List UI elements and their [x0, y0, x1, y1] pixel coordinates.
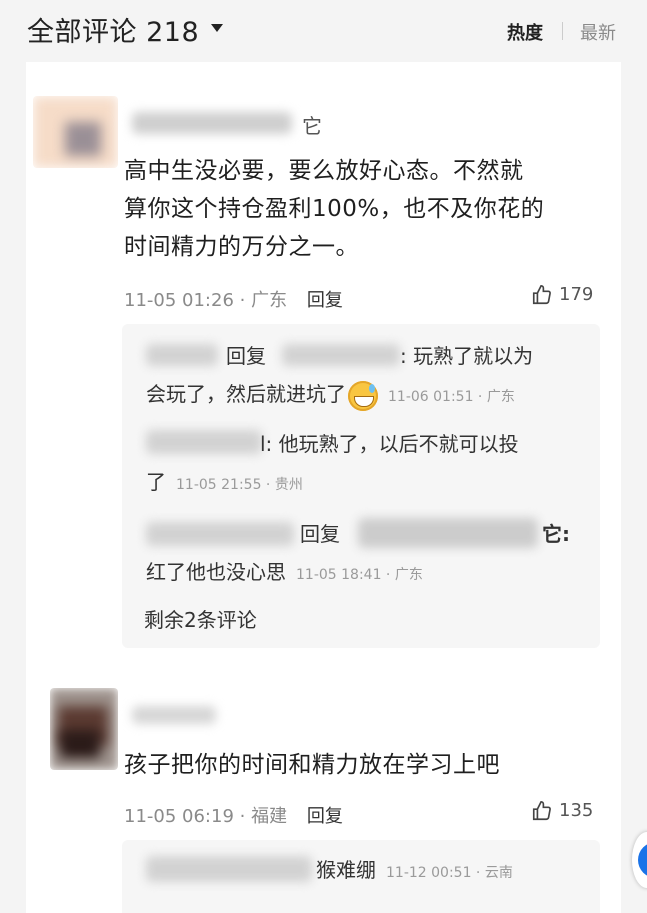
- comment-text: 高中生没必要，要么放好心态。不然就 算你这个持仓盈利100%，也不及你花的 时间…: [124, 152, 544, 266]
- reply-item[interactable]: 回复: [226, 338, 266, 374]
- replies-box: 回复 : 玩熟了就以为 会玩了，然后就进坑了 11-06 01:51 · 广东 l…: [122, 324, 600, 648]
- username-blurred[interactable]: [146, 430, 262, 454]
- reply-text: 了: [146, 470, 166, 494]
- reply-item[interactable]: 猴难绷 11-12 00:51 · 云南: [316, 852, 513, 891]
- comment-time: 11-05 01:26: [124, 290, 234, 311]
- reply-button[interactable]: 回复: [307, 806, 343, 827]
- avatar[interactable]: [50, 688, 118, 770]
- grinning-sweat-emoji-icon: [348, 380, 378, 411]
- comment-text-line: 高中生没必要，要么放好心态。不然就: [124, 158, 524, 184]
- reply-text: l: 他玩熟了，以后不就可以投: [260, 432, 519, 456]
- meta-separator: ·: [239, 806, 252, 827]
- like-button[interactable]: 135: [531, 800, 593, 822]
- meta-separator: ·: [239, 290, 252, 311]
- thumbs-up-icon: [532, 285, 551, 305]
- reply-text: : 玩熟了就以为: [400, 344, 534, 368]
- username-blurred[interactable]: [358, 518, 538, 548]
- like-count: 179: [559, 284, 594, 305]
- comment-text-line: 时间精力的万分之一。: [124, 234, 359, 260]
- comment-text-line: 算你这个持仓盈利100%，也不及你花的: [124, 196, 545, 222]
- username-blurred[interactable]: [132, 112, 292, 134]
- sort-hot-tab[interactable]: 热度: [507, 19, 543, 45]
- reply-time-location: 11-05 21:55 · 贵州: [176, 477, 303, 493]
- reply-text: 红了他也没心思: [146, 560, 286, 584]
- reply-word: 回复: [300, 522, 340, 546]
- comment-meta: 11-05 01:26 · 广东 回复: [124, 286, 343, 312]
- username-blurred[interactable]: [282, 344, 400, 366]
- comment-text-line: 孩子把你的时间和精力放在学习上吧: [124, 752, 500, 778]
- chevron-down-icon[interactable]: [211, 24, 223, 32]
- comment-meta: 11-05 06:19 · 福建 回复: [124, 802, 343, 828]
- comment-time: 11-05 06:19: [124, 806, 234, 827]
- comments-title[interactable]: 全部评论 218: [27, 10, 199, 49]
- reply-time-location: 11-06 01:51 · 广东: [388, 389, 515, 405]
- comments-header: 全部评论 218 热度 最新: [0, 0, 647, 62]
- reply-text-line2: 会玩了，然后就进坑了 11-06 01:51 · 广东: [146, 376, 515, 415]
- comment-location: 福建: [251, 806, 288, 827]
- username-blurred[interactable]: [146, 856, 312, 882]
- replies-box: 猴难绷 11-12 00:51 · 云南: [122, 840, 600, 913]
- reply-text: 会玩了，然后就进坑了: [146, 382, 346, 406]
- avatar[interactable]: [33, 96, 118, 168]
- username-blurred[interactable]: [132, 706, 216, 724]
- reply-time-location: 11-05 18:41 · 广东: [296, 567, 423, 583]
- comment-location: 广东: [251, 290, 288, 311]
- sort-new-tab[interactable]: 最新: [580, 19, 616, 45]
- reply-text: 它:: [542, 522, 570, 546]
- reply-word: 回复: [226, 344, 266, 368]
- username-fragment: 它: [302, 114, 322, 138]
- username-blurred[interactable]: [146, 344, 218, 366]
- thumbs-up-icon: [532, 801, 551, 821]
- reply-button[interactable]: 回复: [307, 290, 343, 311]
- username-blurred[interactable]: [146, 522, 294, 546]
- reply-time-location: 11-12 00:51 · 云南: [386, 865, 513, 881]
- like-count: 135: [559, 800, 594, 821]
- comment-text: 孩子把你的时间和精力放在学习上吧: [124, 746, 500, 784]
- reply-text: 猴难绷: [316, 858, 376, 882]
- like-button[interactable]: 179: [531, 284, 593, 306]
- floating-action-button[interactable]: [632, 832, 647, 888]
- reply-text-line2: 了 11-05 21:55 · 贵州: [146, 464, 303, 503]
- more-replies-link[interactable]: 剩余2条评论: [144, 604, 257, 633]
- sort-divider: [562, 22, 563, 40]
- reply-text-line2: 红了他也没心思 11-05 18:41 · 广东: [146, 554, 423, 593]
